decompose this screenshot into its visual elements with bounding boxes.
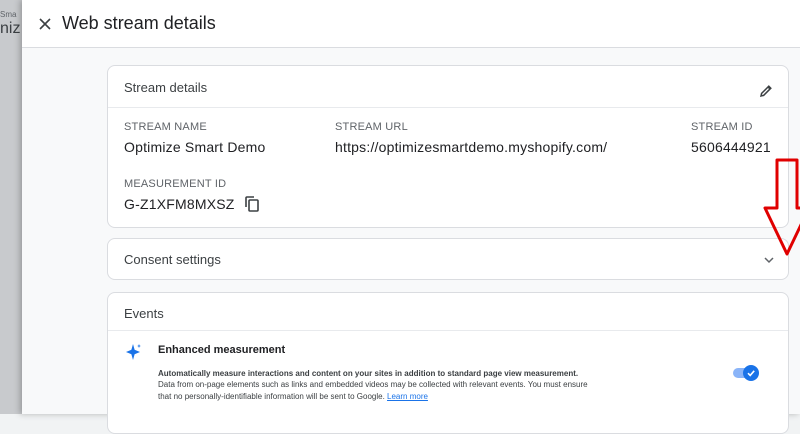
stream-url-label: STREAM URL [335,121,408,133]
sparkle-icon [126,344,141,360]
stream-id-value: 5606444921 [691,139,771,155]
stream-name-label: STREAM NAME [124,121,207,133]
page-title: Web stream details [62,13,216,33]
panel-header: Web stream details [22,0,800,48]
close-button[interactable] [35,14,55,34]
learn-more-link[interactable]: Learn more [387,392,428,401]
measurement-id-value: G-Z1XFM8MXSZ [124,196,235,212]
events-card: Events Enhanced measurement Automaticall… [107,292,789,434]
stream-id-label: STREAM ID [691,121,753,133]
card-divider [108,107,788,108]
measurement-id-label: MEASUREMENT ID [124,178,227,190]
events-heading: Events [124,306,164,321]
stream-details-heading: Stream details [124,80,208,95]
close-icon [39,18,51,30]
enhanced-measurement-summary: Automatically measure interactions and c… [158,369,579,378]
background-text-small: Sma [0,10,17,19]
background-app: Sma niz [0,0,22,414]
enhanced-measurement-details: Data from on-page elements such as links… [158,380,588,401]
stream-name-value: Optimize Smart Demo [124,139,266,155]
pencil-icon [759,85,772,98]
annotation-arrow-icon [763,158,800,256]
stream-url-value: https://optimizesmartdemo.myshopify.com/ [335,139,608,155]
consent-settings-card[interactable]: Consent settings [107,238,789,280]
edit-button[interactable] [756,81,776,101]
toggle-knob [743,365,759,381]
background-text-big: niz [0,20,21,37]
card-divider [108,330,788,331]
enhanced-measurement-description: Data from on-page elements such as links… [158,379,598,403]
web-stream-panel: Web stream details Stream details STREAM… [22,0,800,434]
enhanced-measurement-title: Enhanced measurement [158,344,286,356]
copy-icon [245,196,259,212]
copy-button[interactable] [243,195,261,213]
check-icon [747,370,755,377]
consent-settings-heading: Consent settings [124,252,221,267]
stream-details-card: Stream details STREAM NAME Optimize Smar… [107,65,789,228]
enhanced-measurement-toggle[interactable] [733,365,761,381]
